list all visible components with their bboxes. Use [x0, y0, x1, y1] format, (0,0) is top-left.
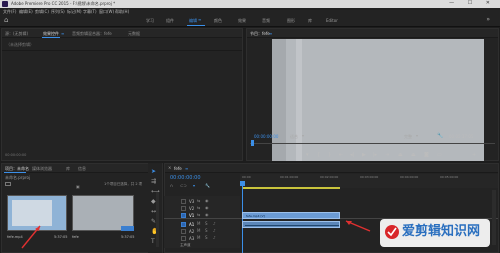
watermark-text: 爱剪辑知识网 [402, 224, 481, 239]
site-watermark: 爱剪辑知识网 [380, 215, 490, 249]
